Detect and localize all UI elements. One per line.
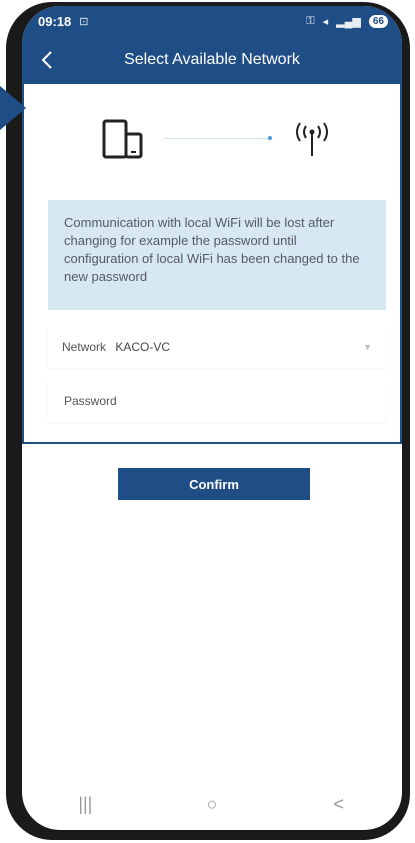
- connection-dot: [268, 136, 272, 140]
- phone-frame: 09:18 ⊡ ⚿ ◂ ▂▄▆ 66 Select Available Netw…: [6, 2, 410, 840]
- chevron-left-icon: [41, 51, 52, 69]
- back-button[interactable]: [34, 46, 60, 74]
- key-icon: ⚿: [306, 14, 315, 27]
- system-back-button[interactable]: <: [309, 794, 369, 815]
- network-value: KACO-VC: [115, 340, 171, 354]
- home-button[interactable]: ○: [182, 794, 242, 815]
- password-input[interactable]: [62, 393, 372, 409]
- network-select[interactable]: Network KACO-VC ▼: [48, 326, 386, 368]
- screen: 09:18 ⊡ ⚿ ◂ ▂▄▆ 66 Select Available Netw…: [22, 6, 402, 830]
- battery-icon: 66: [368, 14, 388, 28]
- devices-icon: [102, 119, 143, 159]
- network-label: Network: [62, 340, 107, 354]
- network-config-panel: Communication with local WiFi will be lo…: [22, 84, 402, 444]
- system-nav-bar: ||| ○ <: [22, 784, 402, 824]
- recent-apps-button[interactable]: |||: [55, 794, 115, 815]
- confirm-button[interactable]: Confirm: [118, 468, 310, 500]
- wifi-warning-box: Communication with local WiFi will be lo…: [48, 200, 386, 310]
- connection-diagram: [24, 84, 400, 194]
- app-header: Select Available Network: [22, 36, 402, 84]
- antenna-icon: [296, 122, 328, 156]
- annotation-arrow-icon: [0, 86, 26, 130]
- status-time: 09:18: [38, 13, 72, 29]
- dropdown-arrow-icon: ▼: [363, 342, 372, 352]
- password-field-container: [48, 380, 386, 422]
- mute-icon: ◂: [322, 15, 329, 28]
- page-title: Select Available Network: [124, 51, 300, 68]
- wifi-signal-icon: ▂▄▆: [336, 15, 361, 28]
- screenshot-icon: ⊡: [79, 15, 89, 28]
- wifi-warning-text: Communication with local WiFi will be lo…: [64, 215, 360, 284]
- status-bar: 09:18 ⊡ ⚿ ◂ ▂▄▆ 66: [22, 6, 402, 36]
- connection-line: [164, 138, 268, 139]
